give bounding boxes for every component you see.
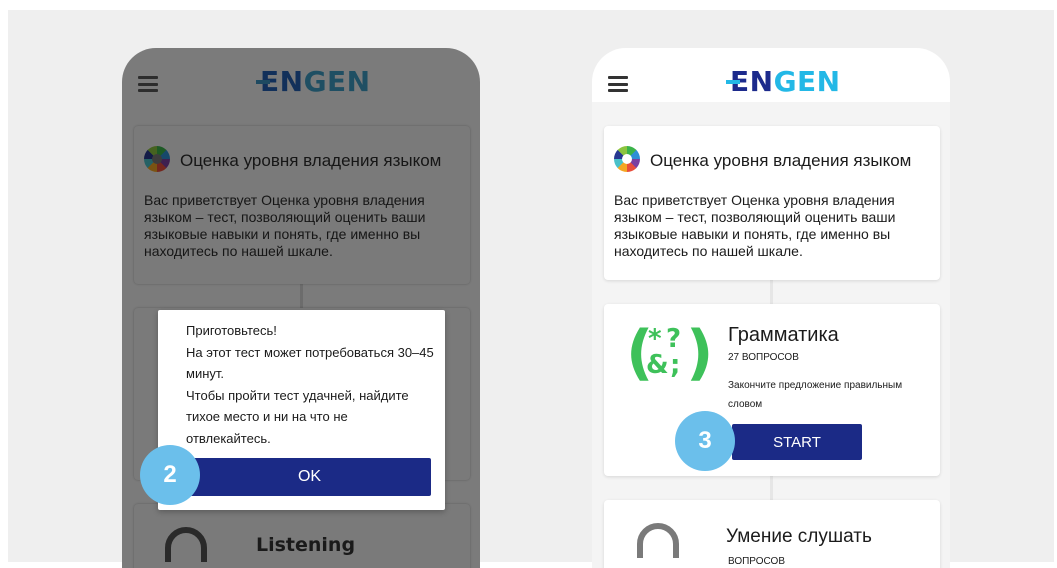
card-connector — [770, 280, 773, 304]
app-header: ENGEN — [122, 48, 480, 102]
dialog-line-3: Чтобы пройти тест удачней, найдите тихое… — [186, 387, 409, 446]
hamburger-icon[interactable] — [608, 76, 628, 92]
intro-title: Оценка уровня владения языком — [180, 151, 442, 170]
headphones-icon — [637, 523, 679, 558]
dialog-text: Приготовьтесь! На этот тест может потреб… — [186, 320, 434, 449]
step-badge-3: 3 — [675, 411, 735, 471]
grammar-card: ( * ? & ; ) Грамматика 27 ВОПРОСОВ Закон… — [604, 304, 940, 476]
listening-card[interactable]: Listening — [134, 504, 470, 568]
listening-title: Listening — [256, 534, 356, 556]
hamburger-icon[interactable] — [138, 76, 158, 92]
engen-logo: ENGEN — [256, 66, 371, 98]
engen-logo: ENGEN — [726, 66, 841, 98]
intro-card: Оценка уровня владения языком Вас привет… — [604, 126, 940, 280]
card-connector — [300, 284, 303, 308]
intro-title: Оценка уровня владения языком — [650, 151, 912, 170]
grammar-symbols-icon: ( * ? & ; ) — [626, 318, 714, 388]
color-wheel-icon — [144, 146, 170, 172]
intro-text: Вас приветствует Оценка уровня владения … — [144, 192, 426, 259]
start-button[interactable]: START — [732, 424, 862, 460]
step-badge-2: 2 — [140, 445, 200, 505]
dialog-line-2: На этот тест может потребоваться 30–45 м… — [186, 344, 434, 382]
logo-dash-icon — [256, 80, 270, 84]
headphones-icon — [165, 527, 207, 562]
app-header: ENGEN — [592, 48, 950, 102]
ok-button[interactable]: OK — [188, 458, 431, 496]
card-connector — [770, 476, 773, 500]
phone-right: ENGEN Оценка уровня владения языком Вас … — [592, 48, 950, 568]
color-wheel-icon — [614, 146, 640, 172]
grammar-title: Грамматика — [728, 324, 839, 346]
intro-text: Вас приветствует Оценка уровня владения … — [614, 192, 896, 259]
grammar-question-count: 27 ВОПРОСОВ — [728, 352, 799, 363]
prepare-dialog: Приготовьтесь! На этот тест может потреб… — [158, 310, 445, 510]
listening-card[interactable]: Умение слушать ВОПРОСОВ — [604, 500, 940, 568]
intro-card: Оценка уровня владения языком Вас привет… — [134, 126, 470, 284]
grammar-description: Закончите предложение правильным словом — [728, 380, 903, 410]
logo-dash-icon — [726, 80, 740, 84]
listening-title: Умение слушать — [726, 526, 872, 547]
dialog-line-1: Приготовьтесь! — [186, 323, 277, 338]
